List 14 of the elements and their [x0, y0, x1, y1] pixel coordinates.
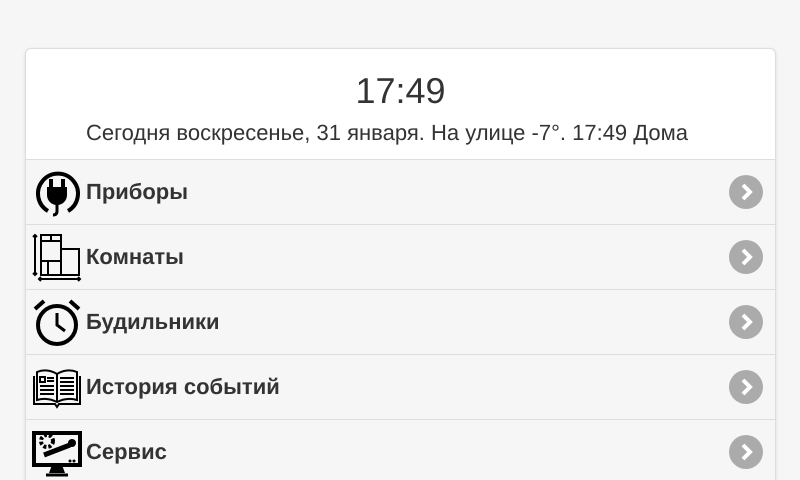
menu-item[interactable]: Приборы [26, 159, 775, 224]
menu-item[interactable]: Будильники [26, 289, 775, 354]
status-ticker: Сегодня воскресенье, 31 января. На улице -7°. 17:49 Дома [86, 120, 688, 146]
chevron-right-icon [729, 305, 763, 339]
chevron-right-icon [729, 175, 763, 209]
menu-item[interactable]: История событий [26, 354, 775, 419]
chevron-right-icon [729, 435, 763, 469]
chevron-right-icon [729, 240, 763, 274]
menu-item[interactable]: Комнаты [26, 224, 775, 289]
menu-item[interactable]: Сервис [26, 419, 775, 480]
alarm-clock-icon [32, 297, 82, 347]
floor-plan-icon [32, 232, 82, 282]
clock-time: 17:49 [355, 70, 446, 112]
chevron-right-icon [729, 370, 763, 404]
